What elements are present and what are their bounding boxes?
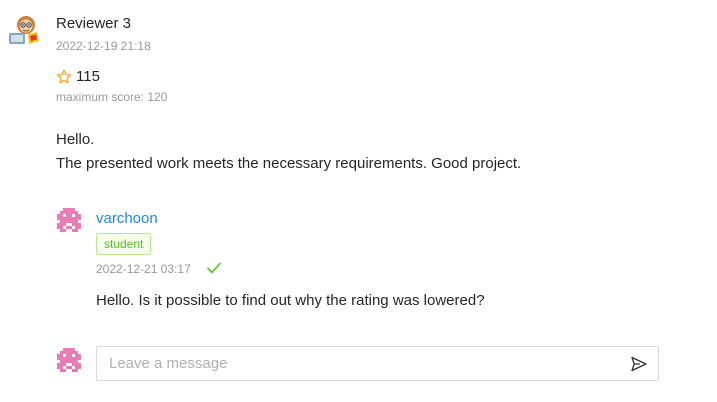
message-input[interactable] [109,347,609,380]
pixel-avatar-icon [57,348,81,372]
review-text-line: Hello. [56,131,95,148]
max-score-label: maximum score: 120 [56,90,168,104]
send-button[interactable] [630,355,648,373]
pixel-avatar-icon [57,208,81,232]
score-value: 115 [76,68,100,85]
review-timestamp: 2022-12-19 21:18 [56,39,151,53]
reviewer-avatar-icon [9,16,39,44]
role-badge: student [96,233,152,255]
review-text-line: The presented work meets the necessary r… [56,155,522,172]
score-row: 115 [56,68,100,85]
send-icon [631,356,647,372]
check-icon [207,262,221,274]
star-outline-icon [56,69,72,83]
reply-timestamp: 2022-12-21 03:17 [96,262,191,276]
reviewer-name: Reviewer 3 [56,15,132,32]
reply-author-link[interactable]: varchoon [96,210,158,227]
review-card: Reviewer 3 2022-12-19 21:18 115 maximum … [0,0,717,402]
review-body: Hello. The presented work meets the nece… [56,128,696,176]
reply-text: Hello. Is it possible to find out why th… [96,292,485,309]
message-composer [96,346,659,381]
